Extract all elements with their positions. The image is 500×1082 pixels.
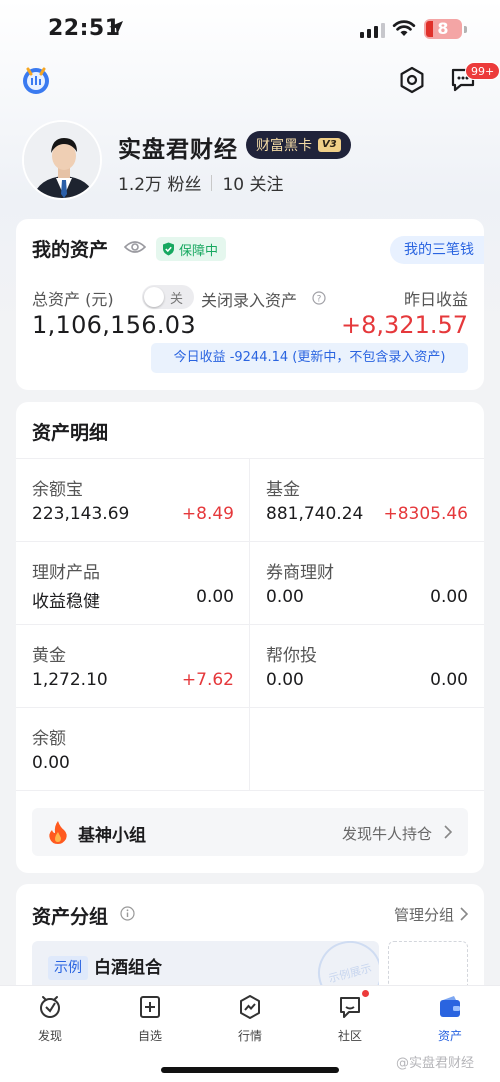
asset-name: 余额宝	[32, 480, 83, 500]
wallet-icon	[440, 996, 460, 1017]
asset-cell-gold[interactable]: 黄金 1,272.10 +7.62	[16, 625, 250, 708]
asset-amount: 0.00	[266, 670, 304, 690]
asset-change: 0.00	[430, 670, 468, 690]
protect-badge[interactable]: 保障中	[156, 237, 227, 261]
fund-master-group-title: 基神小组	[78, 826, 146, 846]
market-trend-icon	[240, 995, 260, 1019]
yesterday-earnings-value: +8,321.57	[341, 311, 468, 339]
tab-discover[interactable]: 发现	[0, 994, 100, 1054]
my-assets-card: 我的资产 保障中 我的三笔钱 总资产 (元) 关 关闭录入资产 ? 昨日收益 1…	[16, 219, 484, 390]
tab-watchlist[interactable]: 自选	[100, 994, 200, 1054]
asset-change: +8305.46	[383, 504, 468, 524]
cellular-signal-icon	[360, 22, 385, 38]
battery-icon: 8	[424, 19, 462, 39]
following-count[interactable]: 10 关注	[222, 170, 283, 195]
battery-tip	[464, 26, 467, 33]
avatar[interactable]	[22, 120, 102, 200]
fund-master-group-banner[interactable]: 基神小组 发现牛人持仓	[32, 808, 468, 856]
sample-tag: 示例	[48, 956, 88, 980]
eye-icon[interactable]	[124, 239, 146, 255]
shield-check-icon	[163, 242, 174, 256]
asset-cell-help-invest[interactable]: 帮你投 0.00 0.00	[250, 625, 484, 708]
asset-name: 理财产品	[32, 563, 100, 583]
asset-cell-balance[interactable]: 余额 0.00	[16, 708, 250, 791]
plus-square-icon	[140, 996, 160, 1018]
asset-amount: 0.00	[32, 753, 70, 773]
fund-master-group-subtitle: 发现牛人持仓	[341, 825, 432, 843]
asset-amount: 881,740.24	[266, 504, 364, 524]
asset-details-card: 资产明细 余额宝 223,143.69 +8.49 基金 881,740.24 …	[16, 402, 484, 873]
fans-count[interactable]: 1.2万 粉丝	[118, 170, 201, 195]
asset-cell-broker-wealth[interactable]: 券商理财 0.00 0.00	[250, 542, 484, 625]
svg-text:?: ?	[317, 295, 322, 305]
settings-icon[interactable]	[398, 66, 426, 94]
asset-name: 帮你投	[266, 646, 317, 666]
asset-amount: 1,272.10	[32, 670, 108, 690]
info-icon[interactable]: ?	[312, 291, 326, 305]
home-indicator[interactable]	[161, 1067, 339, 1073]
tab-market[interactable]: 行情	[200, 994, 300, 1054]
asset-change: +8.49	[181, 504, 234, 524]
asset-change: 0.00	[196, 587, 234, 607]
discover-icon	[40, 996, 60, 1018]
notification-dot	[362, 990, 369, 997]
info-icon[interactable]	[120, 906, 135, 921]
vip-label: 财富黑卡	[256, 138, 312, 154]
yesterday-earnings-label: 昨日收益	[403, 290, 468, 309]
stats-divider	[211, 174, 213, 191]
chevron-right-icon	[460, 907, 468, 921]
asset-change: +7.62	[181, 670, 234, 690]
wifi-icon	[392, 20, 416, 36]
chevron-right-icon	[444, 825, 452, 839]
asset-change: 0.00	[430, 587, 468, 607]
toggle-state-text: 关	[170, 292, 184, 307]
toggle-knob	[144, 287, 164, 307]
asset-amount: 223,143.69	[32, 504, 130, 524]
total-assets-label: 总资产 (元)	[32, 290, 114, 309]
tab-label: 资产	[437, 1029, 462, 1043]
asset-name: 余额	[32, 729, 66, 749]
tab-assets[interactable]: 资产	[400, 994, 500, 1054]
tab-label: 行情	[237, 1029, 262, 1043]
today-earnings-note: 今日收益 -9244.14 (更新中，不包含录入资产)	[151, 343, 468, 373]
sample-group-name: 白酒组合	[94, 958, 162, 978]
assets-title: 我的资产	[32, 239, 109, 261]
profile-stats: 1.2万 粉丝 10 关注	[118, 170, 284, 195]
tab-community[interactable]: 社区	[300, 990, 400, 1054]
tab-label: 发现	[37, 1029, 62, 1043]
vip-badge[interactable]: 财富黑卡 V3	[246, 131, 351, 159]
battery-level: 8	[437, 19, 449, 38]
protect-text: 保障中	[179, 243, 219, 259]
fire-icon	[49, 821, 67, 844]
tab-label: 社区	[337, 1029, 362, 1043]
asset-amount: 0.00	[266, 587, 304, 607]
app-logo-icon	[23, 67, 49, 94]
asset-name: 基金	[266, 480, 300, 500]
asset-cell-yuebao[interactable]: 余额宝 223,143.69 +8.49	[16, 459, 250, 542]
details-title: 资产明细	[32, 422, 109, 444]
asset-cell-wealth-products[interactable]: 理财产品 收益稳健 0.00	[16, 542, 250, 625]
groups-title: 资产分组	[32, 906, 109, 928]
three-money-link[interactable]: 我的三笔钱	[390, 236, 484, 264]
tab-label: 自选	[137, 1029, 162, 1043]
watermark: @实盘君财经	[396, 1056, 475, 1071]
status-bar: 22:51 8	[0, 0, 500, 58]
profile-name: 实盘君财经	[118, 137, 238, 163]
vip-level: V3	[318, 138, 341, 152]
manage-groups-link[interactable]: 管理分组	[394, 904, 454, 925]
asset-name: 券商理财	[266, 563, 334, 583]
asset-amount: 收益稳健	[32, 592, 100, 612]
location-arrow-icon	[109, 21, 123, 35]
message-badge: 99+	[465, 62, 500, 80]
manual-assets-toggle[interactable]: 关	[142, 285, 194, 309]
asset-cell-fund[interactable]: 基金 881,740.24 +8305.46	[250, 459, 484, 542]
chat-bubble-icon	[340, 997, 360, 1018]
asset-name: 黄金	[32, 646, 66, 666]
toggle-description: 关闭录入资产	[201, 291, 298, 310]
total-assets-value: 1,106,156.03	[32, 311, 196, 339]
